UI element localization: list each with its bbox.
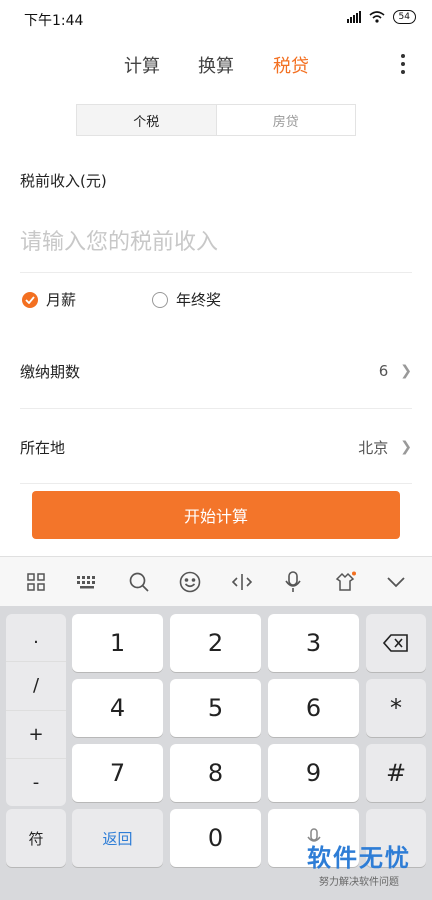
watermark-logo: 软件无忧 努力解决软件问题 (300, 838, 418, 888)
radio-year-end-bonus[interactable]: 年终奖 (152, 289, 221, 310)
symbol-key[interactable]: 符 (6, 809, 66, 867)
divider (20, 272, 412, 273)
skin-icon[interactable] (330, 567, 360, 597)
watermark-main: 软件无忧 (307, 844, 411, 872)
location-row[interactable]: 所在地 北京 ❯ (20, 427, 412, 467)
tab-tax-loan[interactable]: 税贷 (273, 52, 309, 78)
segment-income-tax[interactable]: 个税 (77, 105, 216, 135)
symbol-column: . / + - (6, 614, 66, 806)
payment-periods-label: 缴纳期数 (20, 362, 81, 381)
location-value: 北京 (358, 438, 389, 457)
key-8[interactable]: 8 (170, 744, 261, 802)
key-dot[interactable]: . (6, 614, 66, 663)
tab-convert[interactable]: 换算 (198, 52, 234, 78)
divider (20, 483, 412, 484)
income-label: 税前收入(元) (20, 172, 107, 190)
backspace-icon (383, 634, 408, 652)
segment-mortgage[interactable]: 房贷 (215, 105, 356, 135)
key-9[interactable]: 9 (268, 744, 359, 802)
keyboard-toolbar (0, 556, 432, 606)
return-key[interactable]: 返回 (72, 809, 163, 867)
chevron-down-icon[interactable] (381, 567, 411, 597)
cursor-move-icon[interactable] (227, 567, 257, 597)
keyboard-icon[interactable] (72, 567, 102, 597)
income-input[interactable] (20, 222, 412, 262)
location-label: 所在地 (20, 438, 66, 457)
key-5[interactable]: 5 (170, 679, 261, 737)
radio-unchecked-icon (152, 291, 168, 308)
key-star[interactable]: * (366, 679, 426, 737)
watermark-sub: 努力解决软件问题 (319, 877, 399, 888)
payment-periods-value: 6 (378, 362, 389, 380)
radio-monthly[interactable]: 月薪 (22, 289, 76, 310)
key-4[interactable]: 4 (72, 679, 163, 737)
radio-checked-icon (22, 291, 38, 308)
key-3[interactable]: 3 (268, 614, 359, 672)
microphone-icon[interactable] (278, 567, 308, 597)
more-dot-icon (401, 70, 405, 74)
key-hash[interactable]: # (366, 744, 426, 802)
search-icon[interactable] (124, 567, 154, 597)
key-2[interactable]: 2 (170, 614, 261, 672)
key-minus[interactable]: - (6, 759, 66, 806)
key-plus[interactable]: + (6, 711, 66, 759)
radio-year-end-label: 年终奖 (176, 291, 222, 309)
emoji-icon[interactable] (175, 567, 205, 597)
more-options-button[interactable] (400, 54, 406, 74)
divider (20, 408, 412, 409)
status-icons: 54 (346, 10, 416, 24)
apps-grid-icon[interactable] (21, 567, 51, 597)
status-bar: 下午1:44 54 (0, 0, 432, 38)
battery-icon: 54 (392, 10, 416, 24)
chevron-right-icon: ❯ (400, 363, 412, 379)
key-1[interactable]: 1 (72, 614, 163, 672)
key-0[interactable]: 0 (170, 809, 261, 867)
signal-icon (346, 11, 361, 23)
tab-calculate[interactable]: 计算 (124, 52, 160, 78)
start-calculate-button[interactable]: 开始计算 (32, 491, 400, 539)
key-7[interactable]: 7 (72, 744, 163, 802)
key-slash[interactable]: / (6, 662, 66, 711)
segmented-control: 个税 房贷 (76, 104, 356, 136)
payment-periods-row[interactable]: 缴纳期数 6 ❯ (20, 351, 412, 391)
radio-monthly-label: 月薪 (46, 291, 77, 309)
backspace-key[interactable] (366, 614, 426, 672)
chevron-right-icon: ❯ (400, 439, 412, 455)
more-dot-icon (401, 62, 405, 66)
key-6[interactable]: 6 (268, 679, 359, 737)
status-time: 下午1:44 (24, 13, 84, 29)
more-dot-icon (401, 54, 405, 58)
top-tabs: 计算 换算 税贷 (0, 44, 432, 84)
wifi-icon (369, 11, 385, 23)
